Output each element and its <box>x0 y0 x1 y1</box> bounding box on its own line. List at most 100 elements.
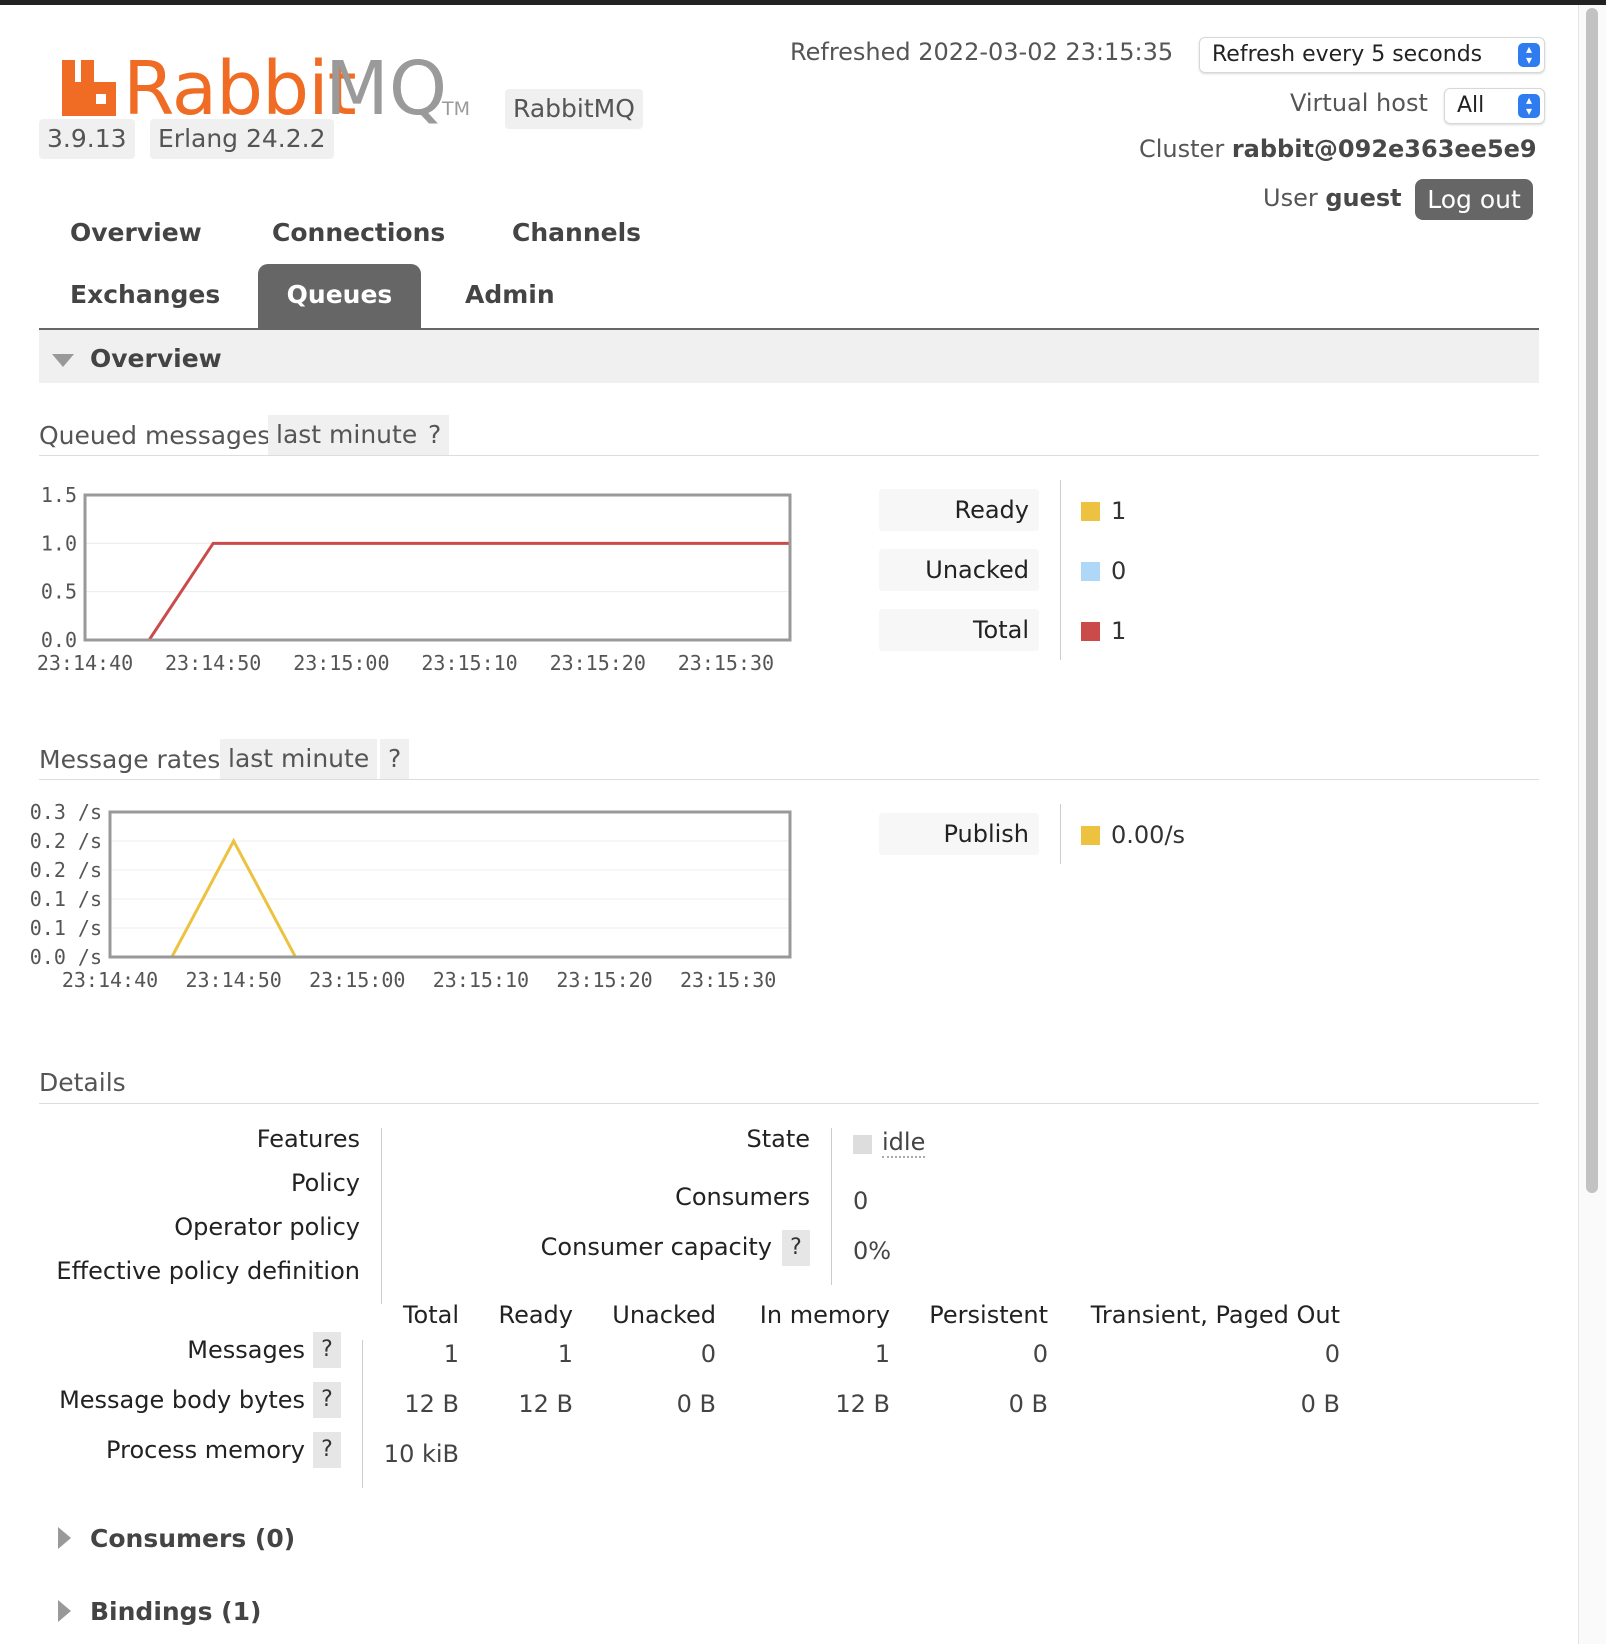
refresh-interval-select[interactable]: Refresh every 5 seconds ▴ ▾ <box>1199 37 1545 73</box>
queued-chart-y-tick-label: 1.0 <box>41 531 77 555</box>
legend-separator <box>1060 480 1061 660</box>
bytes-in-memory: 12 B <box>835 1390 890 1418</box>
queued-messages-chart: 1.5 1.0 0.5 0.023:14:40 23:14:50 23:15:00 23:1… <box>37 483 792 675</box>
message-body-bytes-label: Message body bytes <box>59 1386 305 1414</box>
message-rates-heading: Message rates <box>39 745 221 774</box>
tab-queues[interactable]: Queues <box>258 264 421 329</box>
tab-overview[interactable]: Overview <box>70 218 202 247</box>
policy-label: Policy <box>290 1169 360 1197</box>
collapse-triangle-icon[interactable] <box>52 354 74 367</box>
effective-policy-label: Effective policy definition <box>56 1257 360 1285</box>
expand-triangle-icon[interactable] <box>58 1527 71 1549</box>
message-rates-range[interactable]: last minute <box>220 739 378 779</box>
queued-chart-y-tick-label: 1.5 <box>41 483 77 507</box>
queued-messages-help[interactable]: ? <box>420 415 450 455</box>
consumer-capacity-help[interactable]: ? <box>782 1230 810 1266</box>
tab-channels[interactable]: Channels <box>512 218 641 247</box>
column-header-in-memory: In memory <box>759 1301 890 1329</box>
queued-messages-heading: Queued messages <box>39 421 271 450</box>
consumers-value: 0 <box>853 1187 869 1215</box>
process-memory-value: 10 kiB <box>383 1440 459 1468</box>
messages-row-label: Messages <box>187 1336 305 1364</box>
queued-chart-x-tick-label: 23:15:30 <box>678 651 774 675</box>
state-label: State <box>746 1125 810 1153</box>
rates-chart-x-tick-label: 23:14:50 <box>185 968 281 992</box>
overview-section-title[interactable]: Overview <box>90 344 222 373</box>
messages-transient: 0 <box>1324 1340 1340 1368</box>
refreshed-timestamp: Refreshed 2022-03-02 23:15:35 <box>790 38 1174 66</box>
consumers-label: Consumers <box>675 1183 810 1211</box>
details-heading: Details <box>39 1068 126 1097</box>
expand-triangle-icon[interactable] <box>58 1600 71 1622</box>
rates-chart-y-tick-label: 0.2 /s <box>30 829 102 853</box>
virtual-host-select[interactable]: All ▴ ▾ <box>1444 88 1545 124</box>
legend-separator <box>1060 804 1061 864</box>
bytes-unacked: 0 B <box>676 1390 716 1418</box>
rates-chart-y-tick-label: 0.0 /s <box>30 945 102 969</box>
product-name-badge: RabbitMQ <box>505 89 643 129</box>
message-body-bytes-help[interactable]: ? <box>313 1382 341 1418</box>
queued-chart-x-tick-label: 23:14:40 <box>37 651 133 675</box>
tab-connections[interactable]: Connections <box>272 218 445 247</box>
bytes-ready: 12 B <box>518 1390 573 1418</box>
column-header-unacked: Unacked <box>612 1301 716 1329</box>
version-badge: 3.9.13 <box>39 119 135 159</box>
user-name: guest <box>1325 184 1402 212</box>
user-info: User guest <box>1263 184 1402 212</box>
window-top-edge <box>0 0 1606 5</box>
legend-swatch-publish <box>1081 826 1100 845</box>
section-divider <box>39 1103 1539 1104</box>
messages-in-memory: 1 <box>874 1340 890 1368</box>
queued-messages-range[interactable]: last minute <box>268 415 426 455</box>
messages-unacked: 0 <box>700 1340 716 1368</box>
messages-persistent: 0 <box>1032 1340 1048 1368</box>
cluster-info: Cluster rabbit@092e363ee5e9 <box>1139 135 1537 163</box>
virtual-host-value: All <box>1457 93 1485 118</box>
legend-value-publish: 0.00/s <box>1111 821 1186 849</box>
queued-chart-y-tick-label: 0.0 <box>41 628 77 652</box>
column-header-ready: Ready <box>498 1301 573 1329</box>
refresh-interval-value: Refresh every 5 seconds <box>1212 42 1483 67</box>
logo-wordmark-mq: MQ <box>325 46 448 132</box>
tab-exchanges[interactable]: Exchanges <box>70 280 220 309</box>
details-separator <box>362 1340 363 1488</box>
user-label: User <box>1263 184 1318 212</box>
rates-chart-x-tick-label: 23:15:30 <box>680 968 776 992</box>
process-memory-help[interactable]: ? <box>313 1432 341 1468</box>
messages-ready: 1 <box>557 1340 573 1368</box>
details-separator <box>381 1128 382 1304</box>
legend-key-total: Total <box>879 609 1039 651</box>
rates-chart-y-tick-label: 0.1 /s <box>30 916 102 940</box>
select-stepper-icon: ▴ ▾ <box>1518 94 1540 118</box>
overview-section-header[interactable] <box>39 330 1539 383</box>
queued-chart-y-tick-label: 0.5 <box>41 580 77 604</box>
logout-button[interactable]: Log out <box>1415 179 1533 220</box>
messages-help[interactable]: ? <box>313 1332 341 1368</box>
bytes-persistent: 0 B <box>1008 1390 1048 1418</box>
column-header-total: Total <box>402 1301 459 1329</box>
operator-policy-label: Operator policy <box>174 1213 360 1241</box>
consumers-section-title[interactable]: Consumers (0) <box>90 1524 295 1553</box>
state-indicator-icon <box>853 1135 872 1154</box>
bindings-section-title[interactable]: Bindings (1) <box>90 1597 261 1626</box>
queued-chart-x-tick-label: 23:15:10 <box>421 651 517 675</box>
rates-chart-y-tick-label: 0.2 /s <box>30 858 102 882</box>
virtual-host-label: Virtual host <box>1290 89 1428 117</box>
cluster-label: Cluster <box>1139 135 1225 163</box>
scrollbar-thumb[interactable] <box>1586 8 1598 1193</box>
cluster-name: rabbit@092e363ee5e9 <box>1231 135 1537 163</box>
rates-chart-x-tick-label: 23:15:00 <box>309 968 405 992</box>
bytes-transient: 0 B <box>1300 1390 1340 1418</box>
queued-chart-x-tick-label: 23:15:00 <box>293 651 389 675</box>
legend-key-unacked: Unacked <box>879 549 1039 591</box>
legend-key-ready: Ready <box>879 489 1039 531</box>
state-value[interactable]: idle <box>882 1128 926 1158</box>
tab-admin[interactable]: Admin <box>465 280 555 309</box>
rates-chart-y-tick-label: 0.3 /s <box>30 800 102 824</box>
column-header-transient: Transient, Paged Out <box>1090 1301 1340 1329</box>
legend-value-unacked: 0 <box>1111 557 1127 585</box>
message-rates-help[interactable]: ? <box>380 739 410 779</box>
legend-value-total: 1 <box>1111 617 1127 645</box>
legend-key-publish: Publish <box>879 813 1039 855</box>
message-rates-chart: 0.3 /s0.2 /s0.2 /s0.1 /s0.1 /s0.0 /s23:1… <box>30 800 792 992</box>
